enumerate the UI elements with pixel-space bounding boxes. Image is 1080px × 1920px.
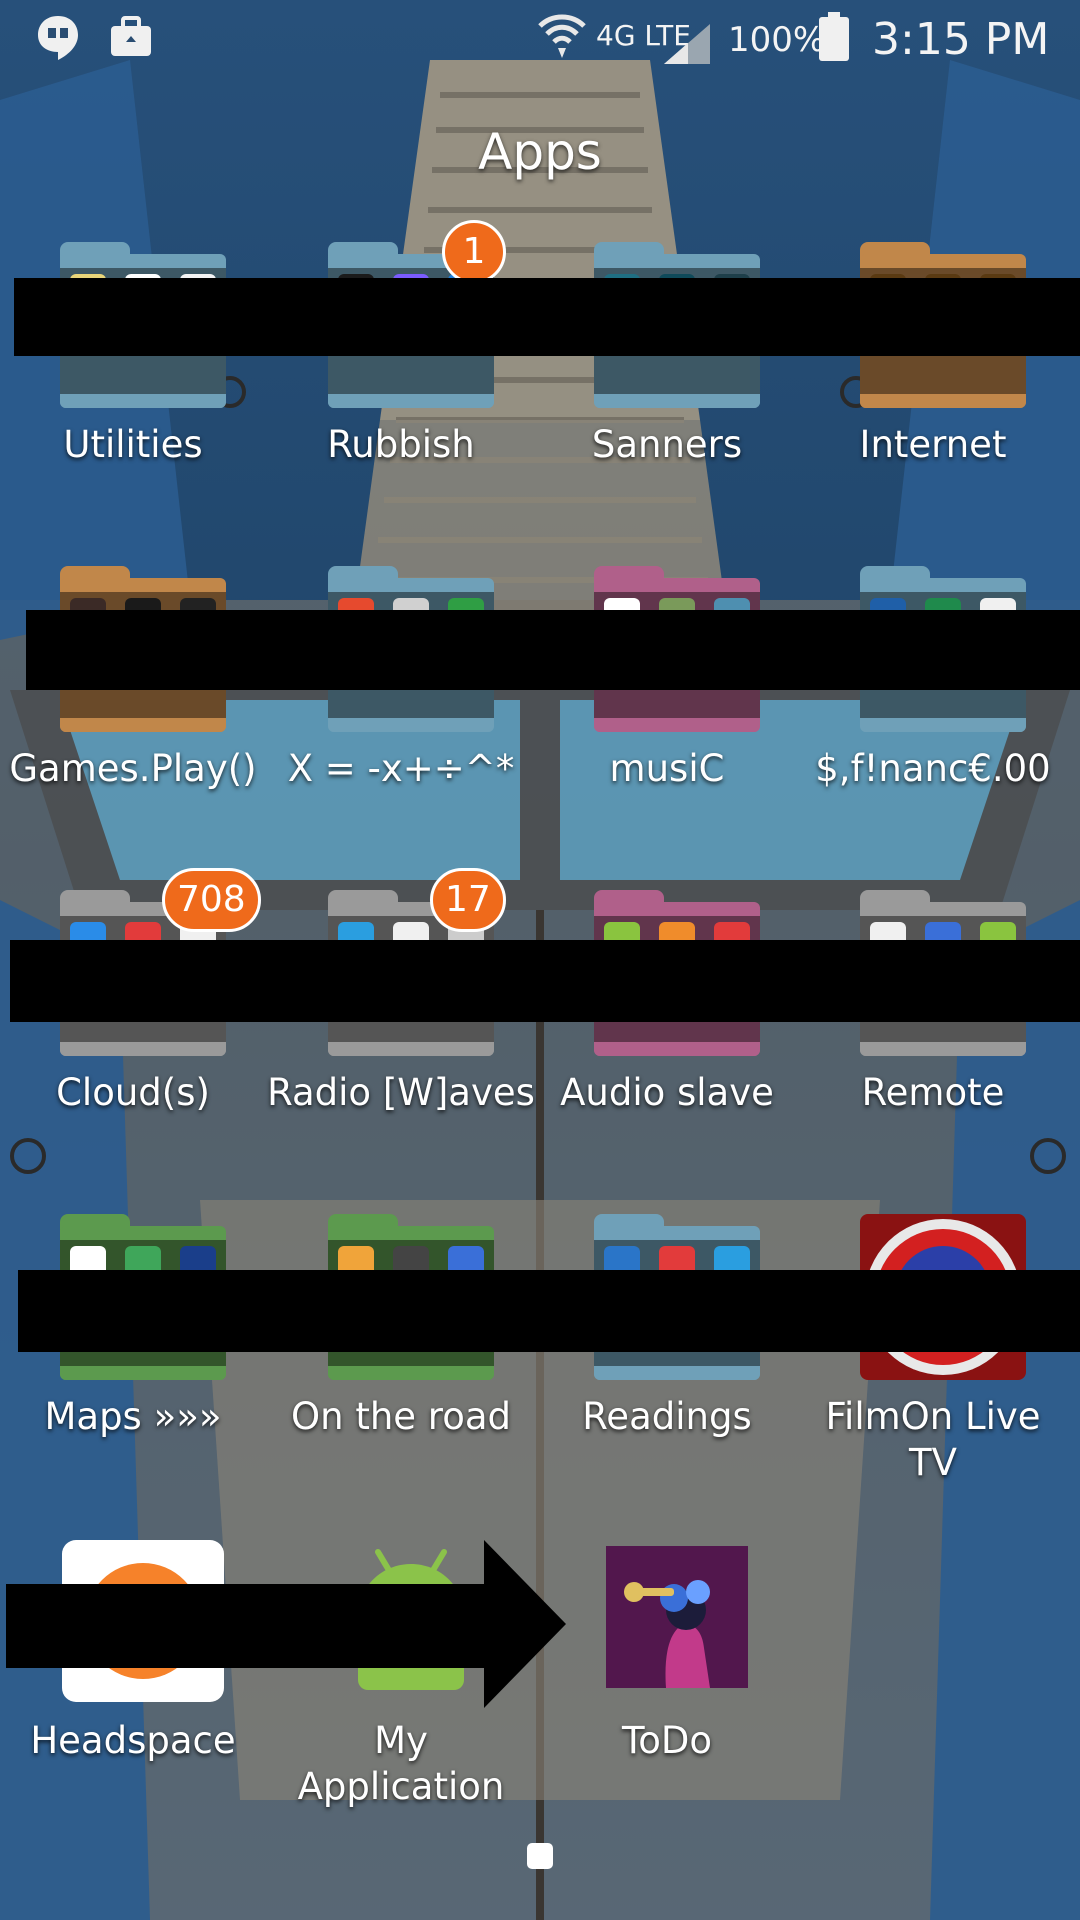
home-indicator[interactable] — [527, 1843, 553, 1869]
briefcase-icon — [108, 14, 154, 71]
battery-percent: 100% — [728, 20, 826, 60]
battery-icon — [818, 12, 850, 73]
notification-badge: 708 — [162, 868, 261, 932]
app-filmon-live-tv[interactable]: 5FilmOn Live TV — [802, 1214, 1064, 1514]
folder-audio-slave[interactable]: Audio slave — [536, 890, 798, 1190]
folder-remote[interactable]: Remote — [802, 890, 1064, 1190]
folder-on-the-road[interactable]: On the road — [270, 1214, 532, 1514]
home-screen: 4G LTE 100% 3:15 PM Apps Utilities 1 Rubbi… — [0, 0, 1080, 1920]
app-label: Remote — [861, 1071, 1005, 1114]
app-label: Readings — [582, 1395, 752, 1438]
status-bar: 4G LTE 100% 3:15 PM — [0, 0, 1080, 80]
redaction-bar — [18, 1270, 1080, 1352]
redaction-bar — [26, 610, 1080, 690]
redaction-bar — [14, 278, 1080, 356]
folder-cloud-s[interactable]: 708 Cloud(s) — [2, 868, 264, 1190]
folder-readings[interactable]: Readings — [536, 1214, 798, 1514]
notification-badge: 17 — [430, 868, 506, 932]
app-label: FilmOn Live TV — [825, 1395, 1041, 1484]
app-label: Rubbish — [327, 423, 475, 466]
app-label: Utilities — [63, 423, 203, 466]
wifi-icon — [538, 10, 586, 73]
app-label: Cloud(s) — [56, 1071, 210, 1114]
app-label: My Application — [297, 1719, 505, 1808]
folder-radio-w-aves[interactable]: 17 Radio [W]aves — [267, 868, 535, 1190]
app-label: X = -x+÷^* — [287, 747, 515, 790]
app-label: $,f!nanc€.00 — [815, 747, 1051, 790]
redaction-bar — [10, 940, 1080, 1022]
hangouts-icon — [36, 14, 80, 73]
notification-badge: 1 — [442, 220, 506, 284]
app-label: Sanners — [591, 423, 743, 466]
app-label: ToDo — [621, 1719, 713, 1762]
app-label: Maps »»» — [44, 1395, 222, 1438]
folder-maps[interactable]: Maps »»» — [2, 1214, 264, 1514]
app-label: musiC — [609, 747, 725, 790]
app-label: Audio slave — [560, 1071, 774, 1114]
app-label: Internet — [859, 423, 1007, 466]
page-title: Apps — [478, 123, 602, 181]
app-label: Radio [W]aves — [267, 1071, 535, 1114]
todo-icon — [594, 1538, 760, 1704]
redaction-arrow — [6, 1540, 566, 1708]
clock: 3:15 PM — [872, 14, 1050, 65]
app-label: Headspace — [30, 1719, 236, 1762]
app-label: On the road — [290, 1395, 511, 1438]
signal-icon — [662, 22, 712, 75]
app-label: Games.Play() — [9, 747, 257, 790]
